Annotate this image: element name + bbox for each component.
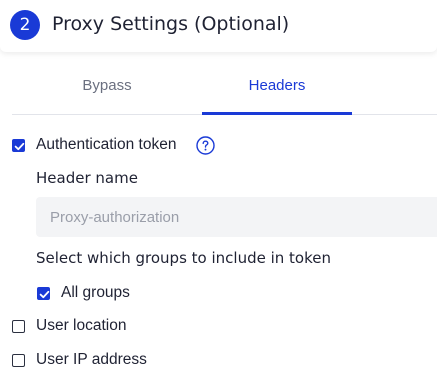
user-ip-address-checkbox[interactable] xyxy=(12,354,25,367)
step-number-badge: 2 xyxy=(10,10,40,40)
all-groups-label: All groups xyxy=(61,284,130,301)
header-name-input[interactable] xyxy=(36,197,437,237)
section-header: 2 Proxy Settings (Optional) xyxy=(0,0,437,52)
authentication-token-label: Authentication token xyxy=(36,136,177,153)
tab-headers[interactable]: Headers xyxy=(202,66,352,115)
user-ip-address-label: User IP address xyxy=(36,351,147,368)
proxy-settings-panel: 2 Proxy Settings (Optional) Bypass Heade… xyxy=(0,0,437,381)
user-location-label: User location xyxy=(36,317,127,334)
checkmark-icon xyxy=(14,142,25,151)
checkmark-icon xyxy=(39,290,50,299)
user-location-checkbox[interactable] xyxy=(12,320,25,333)
tab-headers-label: Headers xyxy=(248,77,306,94)
groups-heading: Select which groups to include in token xyxy=(36,249,331,267)
active-tab-indicator xyxy=(202,112,352,115)
section-title: Proxy Settings (Optional) xyxy=(52,13,290,35)
authentication-token-checkbox[interactable] xyxy=(12,139,25,152)
header-name-label: Header name xyxy=(36,169,138,187)
tab-bypass[interactable]: Bypass xyxy=(12,66,202,114)
tab-bar: Bypass Headers xyxy=(12,66,437,115)
all-groups-checkbox[interactable] xyxy=(37,287,50,300)
question-circle-icon[interactable] xyxy=(196,136,215,155)
